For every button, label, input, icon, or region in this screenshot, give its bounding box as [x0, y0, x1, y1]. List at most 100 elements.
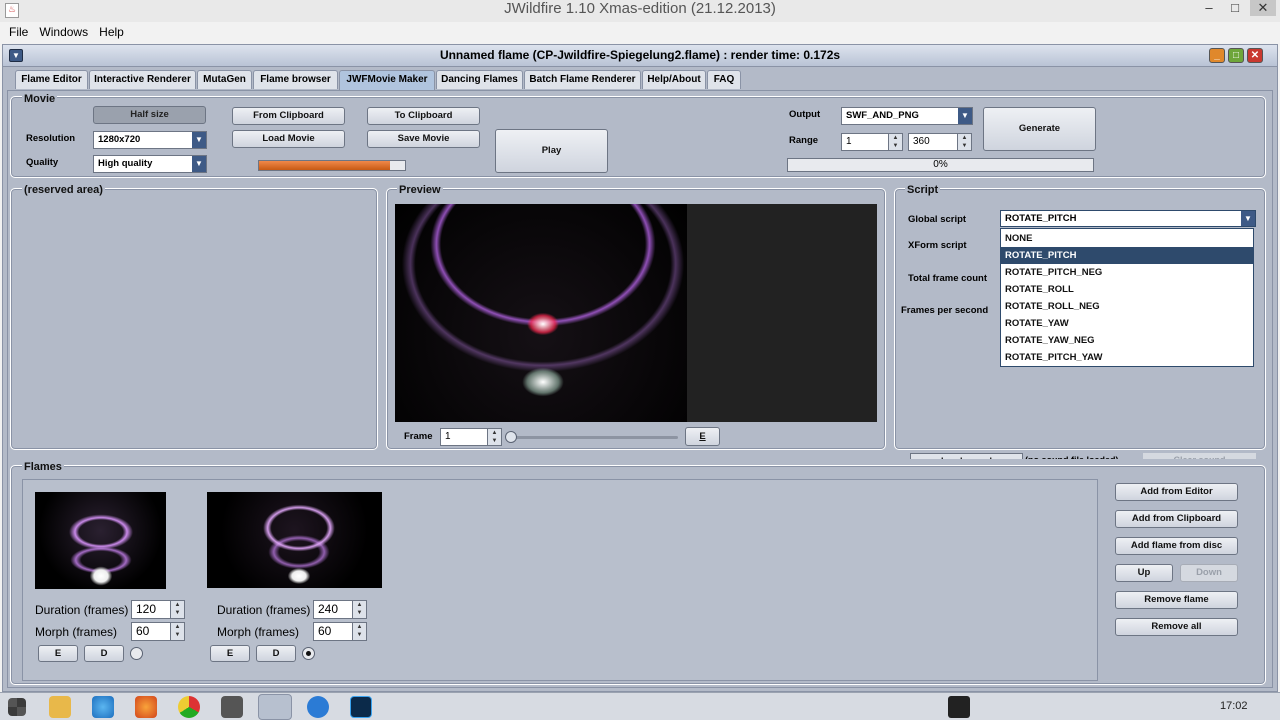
tab-jwfmovie-maker[interactable]: JWFMovie Maker [339, 70, 435, 90]
quality-label: Quality [26, 157, 59, 168]
chrome-icon[interactable] [178, 696, 200, 718]
range-to-spinner[interactable]: 360 ▲ ▼ [908, 133, 972, 151]
morph-label: Morph (frames) [217, 625, 300, 639]
dropdown-option[interactable]: ROTATE_PITCH_NEG [1001, 264, 1253, 281]
up-button[interactable]: Up [1115, 564, 1173, 582]
range-from-spinner[interactable]: 1 ▲ ▼ [841, 133, 903, 151]
duration-label: Duration (frames) [217, 603, 311, 617]
dropdown-option[interactable]: ROTATE_ROLL [1001, 281, 1253, 298]
app-icon[interactable] [221, 696, 243, 718]
minimize-icon[interactable]: – [1196, 0, 1222, 16]
down-button[interactable]: Down [1180, 564, 1238, 582]
spinner-arrows-icon[interactable]: ▲ ▼ [170, 623, 184, 640]
spinner-arrows-icon[interactable]: ▲ ▼ [957, 134, 971, 150]
spinner-arrows-icon[interactable]: ▲ ▼ [888, 134, 902, 150]
tab-batch-flame-renderer[interactable]: Batch Flame Renderer [524, 70, 641, 89]
morph-spinner[interactable]: 60 ▲ ▼ [313, 622, 367, 641]
add-flame-from-disc-button[interactable]: Add flame from disc [1115, 537, 1238, 555]
remove-all-button[interactable]: Remove all [1115, 618, 1238, 636]
output-select[interactable]: SWF_AND_PNG ▼ [841, 107, 973, 125]
frame-maximize-icon[interactable]: □ [1228, 48, 1244, 63]
from-clipboard-button[interactable]: From Clipboard [232, 107, 345, 125]
clear-sound-button[interactable]: Clear sound [1143, 453, 1256, 459]
internet-explorer-icon[interactable] [92, 696, 114, 718]
frame-slider-thumb[interactable] [505, 431, 517, 443]
menu-file[interactable]: File [5, 22, 32, 42]
home-icon[interactable] [948, 696, 970, 718]
tab-dancing-flames[interactable]: Dancing Flames [436, 70, 523, 89]
flame-select-radio[interactable] [302, 647, 315, 660]
morph-value: 60 [136, 624, 150, 638]
flames-title: Flames [22, 461, 64, 473]
generate-progress-bar: 0% [787, 158, 1094, 172]
global-script-label: Global script [908, 214, 967, 225]
remove-flame-button[interactable]: Remove flame [1115, 591, 1238, 609]
global-script-select[interactable]: ROTATE_PITCH ▼ [1000, 210, 1256, 227]
duration-spinner[interactable]: 120 ▲ ▼ [131, 600, 185, 619]
flame-thumbnail-1[interactable] [35, 492, 166, 589]
frame-minimize-icon[interactable]: _ [1209, 48, 1225, 63]
half-size-button[interactable]: Half size [93, 106, 206, 124]
preview-area [395, 204, 877, 422]
frame-spinner[interactable]: 1 ▲ ▼ [440, 428, 502, 446]
play-button[interactable]: Play [495, 129, 608, 173]
tab-flame-browser[interactable]: Flame browser [253, 70, 338, 89]
load-sound-button[interactable]: Load sound [910, 453, 1023, 459]
frame-value: 1 [445, 431, 451, 442]
edge-icon[interactable] [307, 696, 329, 718]
spinner-arrows-icon[interactable]: ▲ ▼ [352, 623, 366, 640]
load-movie-button[interactable]: Load Movie [232, 130, 345, 148]
window-titlebar: ♨ JWildfire 1.10 Xmas-edition (21.12.201… [0, 0, 1280, 22]
taskbar: 17:02 [0, 692, 1280, 720]
dropdown-option[interactable]: ROTATE_PITCH_YAW [1001, 349, 1253, 366]
spinner-arrows-icon[interactable]: ▲ ▼ [352, 601, 366, 618]
tab-flame-editor[interactable]: Flame Editor [15, 70, 88, 89]
dropdown-option[interactable]: ROTATE_YAW_NEG [1001, 332, 1253, 349]
add-from-editor-button[interactable]: Add from Editor [1115, 483, 1238, 501]
windows-start-icon[interactable] [8, 698, 26, 716]
radio-dot [306, 651, 311, 656]
tab-faq[interactable]: FAQ [707, 70, 741, 89]
frame-label: Frame [404, 431, 433, 442]
resolution-label: Resolution [26, 133, 76, 144]
spinner-arrows-icon[interactable]: ▲ ▼ [487, 429, 501, 445]
dropdown-option[interactable]: NONE [1001, 230, 1253, 247]
reserved-title: (reserved area) [22, 184, 105, 196]
photoshop-icon[interactable] [350, 696, 372, 718]
save-movie-button[interactable]: Save Movie [367, 130, 480, 148]
dropdown-option[interactable]: ROTATE_ROLL_NEG [1001, 298, 1253, 315]
tab-help-about[interactable]: Help/About [642, 70, 706, 89]
morph-spinner[interactable]: 60 ▲ ▼ [131, 622, 185, 641]
flame-edit-button[interactable]: E [210, 645, 250, 662]
menu-windows[interactable]: Windows [35, 22, 92, 42]
dropdown-option[interactable]: ROTATE_PITCH [1001, 247, 1253, 264]
file-explorer-icon[interactable] [49, 696, 71, 718]
quality-select[interactable]: High quality ▼ [93, 155, 207, 173]
output-value: SWF_AND_PNG [846, 110, 919, 121]
resolution-select[interactable]: 1280x720 ▼ [93, 131, 207, 149]
to-clipboard-button[interactable]: To Clipboard [367, 107, 480, 125]
generate-button[interactable]: Generate [983, 107, 1096, 151]
add-from-clipboard-button[interactable]: Add from Clipboard [1115, 510, 1238, 528]
clock[interactable]: 17:02 [1220, 700, 1248, 712]
menu-help[interactable]: Help [95, 22, 128, 42]
java-app-taskbar-icon[interactable] [258, 694, 292, 720]
spinner-arrows-icon[interactable]: ▲ ▼ [170, 601, 184, 618]
firefox-icon[interactable] [135, 696, 157, 718]
flame-thumbnail-2[interactable] [207, 492, 382, 588]
flame-delete-button[interactable]: D [256, 645, 296, 662]
duration-value: 120 [136, 602, 157, 616]
frame-slider-track[interactable] [508, 436, 678, 439]
dropdown-option[interactable]: ROTATE_YAW [1001, 315, 1253, 332]
duration-spinner[interactable]: 240 ▲ ▼ [313, 600, 367, 619]
menubar: File Windows Help [0, 22, 1280, 42]
maximize-icon[interactable]: □ [1222, 0, 1248, 16]
flame-edit-button[interactable]: E [38, 645, 78, 662]
flame-delete-button[interactable]: D [84, 645, 124, 662]
close-icon[interactable]: ✕ [1250, 0, 1276, 16]
flame-select-radio[interactable] [130, 647, 143, 660]
tab-interactive-renderer[interactable]: Interactive Renderer [89, 70, 196, 89]
frame-close-icon[interactable]: ✕ [1247, 48, 1263, 63]
tab-mutagen[interactable]: MutaGen [197, 70, 252, 89]
preview-edit-button[interactable]: E [685, 427, 720, 446]
